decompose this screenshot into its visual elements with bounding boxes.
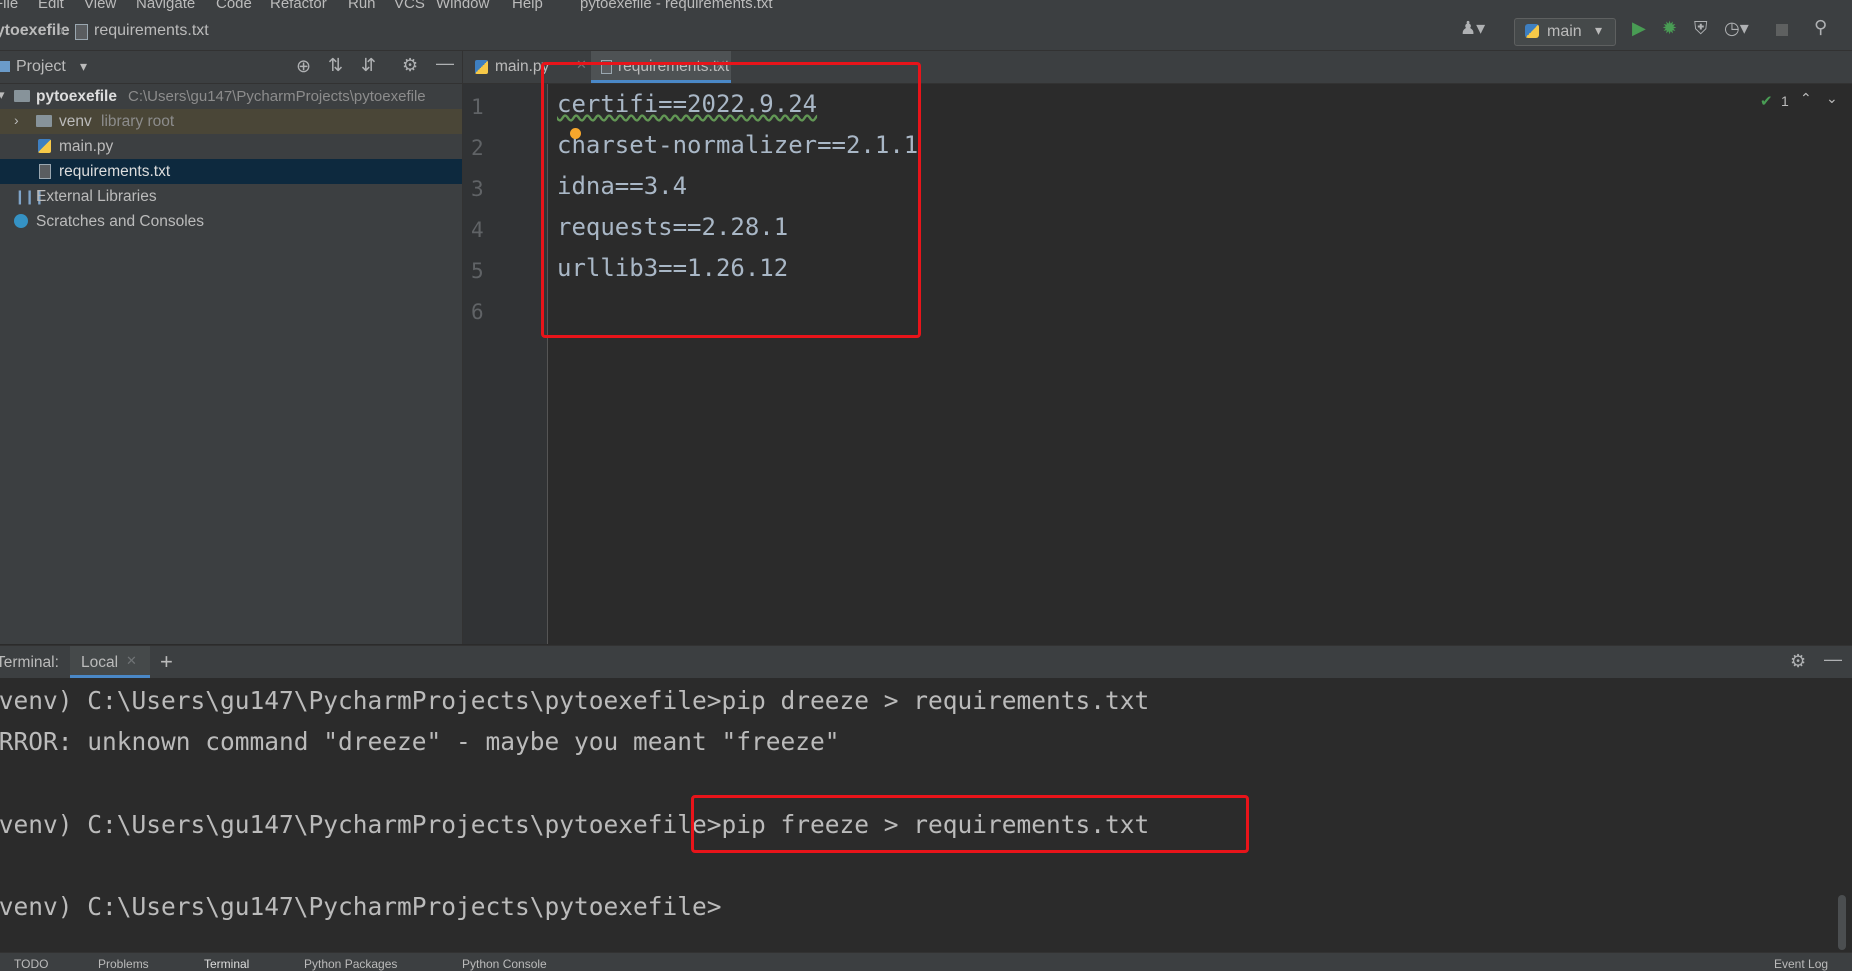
terminal-title: Terminal: xyxy=(0,654,59,671)
line-number: 1 xyxy=(471,95,484,119)
run-icon[interactable]: ▶ xyxy=(1632,18,1646,39)
chevron-down-icon[interactable]: ▾ xyxy=(0,87,5,103)
collapse-all-icon[interactable]: ⇵ xyxy=(361,55,376,76)
menu-run[interactable]: Run xyxy=(348,0,376,12)
menu-bar: File Edit View Navigate Code Refactor Ru… xyxy=(0,0,1852,12)
project-panel-header: Project ▾ ⊕ ⇅ ⇵ ⚙ — xyxy=(0,51,462,84)
chevron-up-icon[interactable]: ⌃ xyxy=(1800,90,1812,107)
highlight-box-requirements xyxy=(541,62,921,338)
tree-root-path: C:\Users\gu147\PycharmProjects\pytoexefi… xyxy=(128,88,426,105)
gear-icon[interactable]: ⚙ xyxy=(402,55,418,76)
window-title: pytoexefile - requirements.txt xyxy=(580,0,773,12)
profile-icon[interactable]: ◷▾ xyxy=(1724,18,1749,39)
highlight-box-command xyxy=(691,795,1249,853)
editor-gutter: 1 2 3 4 5 6 xyxy=(463,84,548,644)
tool-tab-problems[interactable]: Problems xyxy=(98,957,149,971)
tree-item-scratches[interactable]: Scratches and Consoles xyxy=(0,209,462,234)
run-config-label: main xyxy=(1547,23,1582,40)
text-file-icon xyxy=(39,164,51,179)
tool-window-bar: TODO Problems Terminal Python Packages P… xyxy=(0,952,1852,971)
inspection-count: 1 xyxy=(1781,93,1789,109)
breadcrumb-file[interactable]: requirements.txt xyxy=(94,22,209,40)
folder-icon xyxy=(14,90,30,102)
tool-tab-python-packages[interactable]: Python Packages xyxy=(304,957,397,971)
chevron-right-icon[interactable]: › xyxy=(14,112,19,128)
chevron-down-icon: ▾ xyxy=(1595,22,1603,38)
close-icon[interactable]: ✕ xyxy=(126,653,137,669)
terminal-header: Terminal: Local ✕ + ⚙ — xyxy=(0,645,1852,679)
run-config-selector[interactable]: main ▾ xyxy=(1514,18,1616,46)
scratches-icon xyxy=(14,214,28,228)
tree-venv-name: venv xyxy=(59,113,92,130)
user-icon[interactable]: ♟▾ xyxy=(1460,18,1485,39)
menu-help[interactable]: Help xyxy=(512,0,543,12)
tree-root-name: pytoexefile xyxy=(36,88,117,105)
tree-scratches-label: Scratches and Consoles xyxy=(36,213,205,230)
tool-tab-todo[interactable]: TODO xyxy=(14,957,48,971)
text-file-icon xyxy=(75,24,88,40)
project-view-icon xyxy=(0,61,10,72)
tree-main-py-label: main.py xyxy=(59,138,114,155)
hide-icon[interactable]: — xyxy=(1824,649,1842,670)
menu-edit[interactable]: Edit xyxy=(38,0,64,12)
terminal-line: ERROR: unknown command "dreeze" - maybe … xyxy=(0,727,840,756)
locate-icon[interactable]: ⊕ xyxy=(296,56,311,77)
search-icon[interactable]: ⚲ xyxy=(1814,17,1827,38)
python-file-icon xyxy=(38,139,51,153)
tree-venv-note: library root xyxy=(101,113,175,130)
terminal-tab-label: Local xyxy=(81,654,119,671)
line-number: 6 xyxy=(471,300,484,324)
terminal-line: (venv) C:\Users\gu147\PycharmProjects\py… xyxy=(0,892,722,921)
tree-item-main-py[interactable]: main.py xyxy=(0,134,462,159)
line-number: 3 xyxy=(471,177,484,201)
menu-navigate[interactable]: Navigate xyxy=(136,0,195,12)
python-icon xyxy=(1525,24,1539,38)
tab-terminal-local[interactable]: Local ✕ xyxy=(70,646,150,678)
menu-refactor[interactable]: Refactor xyxy=(270,0,327,12)
menu-vcs[interactable]: VCS xyxy=(394,0,425,12)
navigation-bar: pytoexefile › requirements.txt ♟▾ main ▾… xyxy=(0,12,1852,51)
line-number: 2 xyxy=(471,136,484,160)
add-terminal-icon[interactable]: + xyxy=(160,649,173,675)
tree-item-external-libraries[interactable]: ❙❙❙ External Libraries xyxy=(0,184,462,209)
project-view-title[interactable]: Project xyxy=(16,58,66,76)
tool-tab-python-console[interactable]: Python Console xyxy=(462,957,547,971)
terminal-line: (venv) C:\Users\gu147\PycharmProjects\py… xyxy=(0,686,1150,715)
python-file-icon xyxy=(475,60,488,74)
debug-icon[interactable]: ✹ xyxy=(1662,18,1677,39)
tree-item-venv[interactable]: › venv library root xyxy=(0,109,462,134)
hide-icon[interactable]: — xyxy=(436,53,454,74)
stop-icon[interactable] xyxy=(1776,24,1788,36)
coverage-icon[interactable]: ⛨ xyxy=(1694,18,1708,39)
expand-all-icon[interactable]: ⇅ xyxy=(328,55,343,76)
chevron-down-icon[interactable]: ▾ xyxy=(80,58,87,75)
tool-tab-event-log[interactable]: Event Log xyxy=(1774,957,1828,971)
tree-item-root[interactable]: ▾ pytoexefile C:\Users\gu147\PycharmProj… xyxy=(0,84,462,109)
menu-code[interactable]: Code xyxy=(216,0,252,12)
terminal-scrollbar[interactable] xyxy=(1838,895,1846,950)
line-number: 4 xyxy=(471,218,484,242)
project-tree: ▾ pytoexefile C:\Users\gu147\PycharmProj… xyxy=(0,84,462,644)
line-number: 5 xyxy=(471,259,484,283)
menu-file[interactable]: File xyxy=(0,0,18,12)
tool-tab-terminal[interactable]: Terminal xyxy=(204,957,249,971)
chevron-down-icon[interactable]: ⌄ xyxy=(1826,90,1838,107)
menu-window[interactable]: Window xyxy=(436,0,489,12)
menu-view[interactable]: View xyxy=(84,0,116,12)
check-icon[interactable]: ✔ xyxy=(1760,92,1773,110)
tree-item-requirements[interactable]: requirements.txt xyxy=(0,159,462,184)
gear-icon[interactable]: ⚙ xyxy=(1790,651,1806,672)
folder-icon xyxy=(36,115,52,127)
tree-requirements-label: requirements.txt xyxy=(59,163,171,180)
tree-external-label: External Libraries xyxy=(36,188,157,205)
breadcrumb-separator: › xyxy=(59,22,65,39)
